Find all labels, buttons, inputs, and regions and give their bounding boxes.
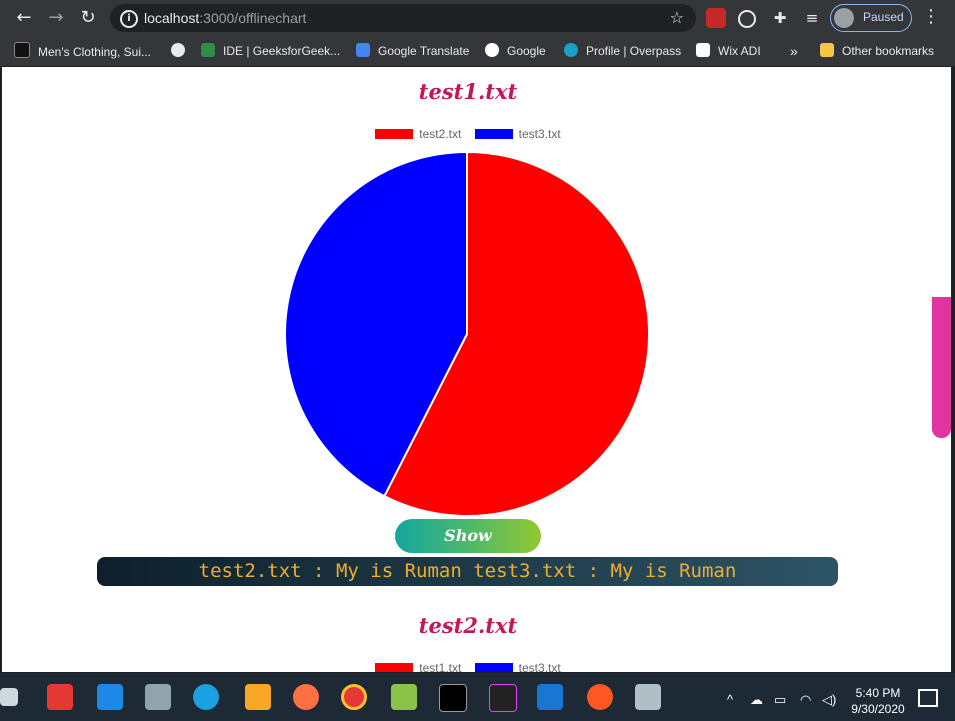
task-view-icon[interactable] (0, 688, 18, 706)
translate-icon (356, 43, 370, 57)
bookmarks-overflow[interactable]: » (790, 42, 798, 60)
wifi-icon[interactable]: ◠ (800, 692, 811, 708)
wix-icon (696, 43, 710, 57)
clock-date: 9/30/2020 (851, 702, 905, 716)
bookmark-label: Wix ADI (718, 44, 761, 58)
star-icon[interactable]: ☆ (670, 8, 684, 27)
bookmark-google-translate[interactable]: Google Translate (356, 42, 469, 60)
profile-label: Paused (863, 10, 904, 24)
cloud-icon[interactable]: ☁ (750, 692, 763, 708)
legend-label: test3.txt (518, 127, 561, 141)
globe-icon (171, 43, 185, 57)
mail-icon[interactable] (97, 684, 123, 710)
taskbar: ^ ☁ ▭ ◠ ◁) 5:40 PM 9/30/2020 (0, 673, 955, 721)
address-bar[interactable]: i localhost:3000/offlinechart ☆ (110, 4, 696, 32)
bookmark-label: IDE | GeeksforGeek... (223, 44, 341, 58)
overpass-icon (564, 43, 578, 57)
legend-item[interactable]: test2.txt (375, 127, 461, 141)
url-host: localhost (144, 10, 200, 26)
store-icon[interactable] (47, 684, 73, 710)
postman-icon[interactable] (587, 684, 613, 710)
reload-icon[interactable]: ↻ (76, 6, 100, 30)
legend-item[interactable]: test3.txt (474, 127, 561, 141)
legend-swatch (375, 129, 414, 139)
browser-toolbar: ← → ↻ i localhost:3000/offlinechart ☆ ✚ … (0, 0, 955, 36)
url-text[interactable]: localhost:3000/offlinechart (144, 10, 306, 26)
legend-swatch (474, 663, 513, 672)
geeksforgeeks-icon (201, 43, 215, 57)
bookmark-mens-clothing[interactable]: Men's Clothing, Sui... (14, 42, 151, 60)
google-icon (485, 43, 499, 57)
more-icon: » (790, 43, 798, 59)
bookmark-wix[interactable]: Wix ADI (696, 42, 761, 60)
bookmark-label: Profile | Overpass (586, 44, 682, 58)
forward-arrow-icon[interactable]: → (44, 6, 68, 30)
bookmark-globe[interactable] (171, 42, 193, 60)
taskbar-clock[interactable]: 5:40 PM 9/30/2020 (848, 685, 908, 717)
notification-icon[interactable] (918, 689, 938, 707)
calculator-icon[interactable] (145, 684, 171, 710)
chart1-title: test1.txt (418, 79, 518, 104)
show-copied-part-button[interactable]: Show CopiedPart (395, 519, 541, 579)
battery-icon[interactable]: ▭ (774, 692, 786, 708)
legend-item[interactable]: test3.txt (474, 661, 561, 672)
bookmark-label: Google Translate (378, 44, 470, 58)
puzzle-icon[interactable]: ✚ (768, 6, 792, 30)
notes-icon[interactable] (635, 684, 661, 710)
tray-chevron-icon[interactable]: ^ (727, 692, 733, 707)
chart1-pie (284, 150, 650, 517)
chart2-title: test2.txt (418, 613, 518, 638)
url-path: :3000/offlinechart (199, 10, 307, 26)
bookmark-icon (14, 42, 30, 58)
extension-icon[interactable] (706, 8, 726, 28)
scroll-indicator[interactable] (932, 297, 951, 438)
hyper-terminal-icon[interactable] (489, 684, 517, 712)
edge-icon[interactable] (193, 684, 219, 710)
folder-icon (820, 43, 834, 57)
terminal-icon[interactable] (439, 684, 467, 712)
info-icon[interactable]: i (120, 10, 138, 28)
volume-icon[interactable]: ◁) (822, 692, 836, 708)
bookmark-label: Google (507, 44, 546, 58)
bookmark-google[interactable]: Google (485, 42, 546, 60)
chart2-legend: test1.txt test3.txt (2, 661, 934, 672)
bookmark-ide-geeks[interactable]: IDE | GeeksforGeek... (201, 42, 340, 60)
chrome-icon[interactable] (341, 684, 367, 710)
legend-swatch (375, 663, 414, 672)
copied-text-display: test2.txt : My is Ruman test3.txt : My i… (97, 557, 838, 586)
clock-time: 5:40 PM (855, 686, 901, 700)
file-explorer-icon[interactable] (245, 684, 271, 710)
legend-label: test2.txt (419, 127, 462, 141)
bookmark-overpass[interactable]: Profile | Overpass (564, 42, 681, 60)
menu-icon[interactable]: ⋮ (922, 6, 940, 27)
legend-label: test1.txt (419, 661, 462, 672)
avatar (834, 8, 854, 28)
legend-item[interactable]: test1.txt (375, 661, 461, 672)
back-arrow-icon[interactable]: ← (12, 6, 36, 30)
bookmark-label: Other bookmarks (842, 44, 935, 58)
page-viewport: test1.txt test2.txt test3.txt Show Copie… (2, 67, 951, 672)
profile-button[interactable]: Paused (830, 4, 912, 32)
vscode-icon[interactable] (537, 684, 563, 710)
app-icon[interactable] (391, 684, 417, 710)
chart1-legend: test2.txt test3.txt (2, 127, 934, 141)
media-icon[interactable]: ≡ (800, 6, 824, 30)
legend-swatch (474, 129, 513, 139)
bookmark-other[interactable]: Other bookmarks (820, 42, 934, 60)
bookmark-label: Men's Clothing, Sui... (38, 45, 152, 59)
firefox-icon[interactable] (293, 684, 319, 710)
target-icon[interactable] (738, 10, 756, 28)
legend-label: test3.txt (518, 661, 561, 672)
bookmarks-bar: Men's Clothing, Sui... IDE | GeeksforGee… (0, 36, 955, 67)
